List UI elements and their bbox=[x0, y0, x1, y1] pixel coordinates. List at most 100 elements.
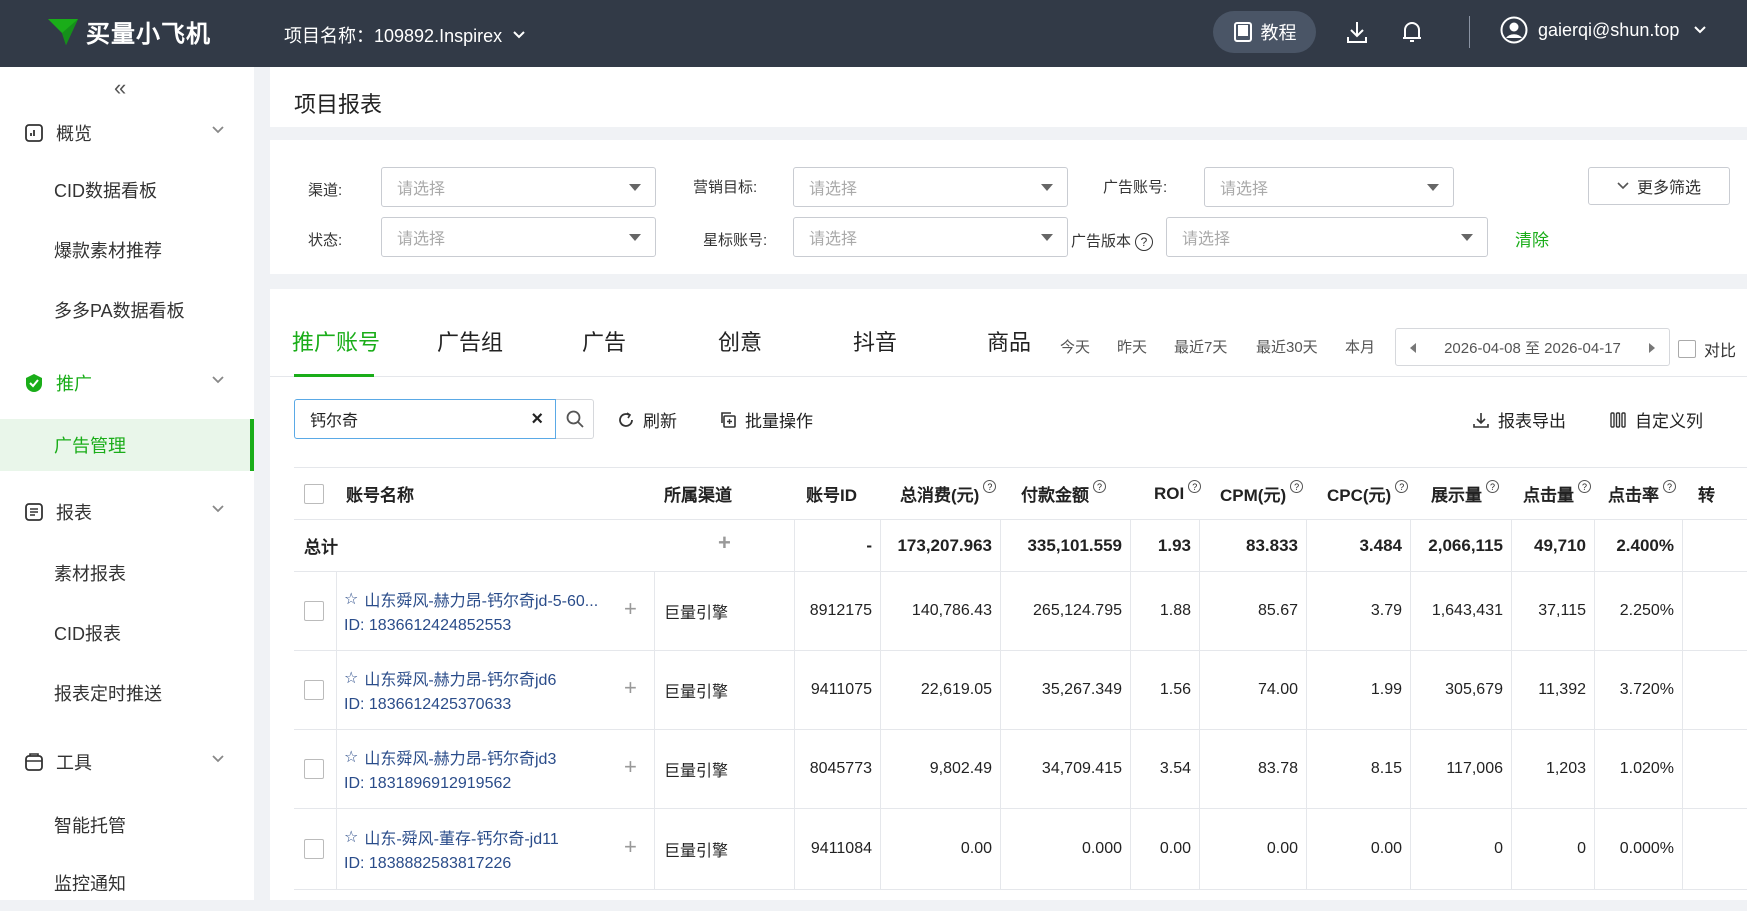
compare-toggle[interactable]: 对比 bbox=[1678, 337, 1736, 361]
tab-promotion-account[interactable]: 推广账号 bbox=[292, 325, 380, 357]
channel-select[interactable]: 请选择 bbox=[381, 167, 656, 207]
add-icon[interactable]: + bbox=[624, 596, 637, 622]
status-select[interactable]: 请选择 bbox=[381, 217, 656, 257]
help-icon[interactable]: ? bbox=[1395, 480, 1409, 493]
tab-product[interactable]: 商品 bbox=[987, 325, 1031, 357]
tab-creative[interactable]: 创意 bbox=[718, 325, 762, 357]
row-checkbox[interactable] bbox=[304, 759, 324, 779]
header-channel[interactable]: 所属渠道 bbox=[664, 468, 732, 519]
sidebar-item-material-report[interactable]: 素材报表 bbox=[0, 545, 254, 601]
header-cpm[interactable]: CPM(元)? bbox=[1220, 468, 1304, 519]
clear-search-icon[interactable]: × bbox=[531, 408, 543, 431]
star-icon[interactable]: ☆ bbox=[344, 589, 358, 609]
account-select[interactable]: 请选择 bbox=[1204, 167, 1454, 207]
star-account-select[interactable]: 请选择 bbox=[793, 217, 1068, 257]
help-icon[interactable]: ? bbox=[1093, 480, 1106, 493]
account-name-link[interactable]: ☆ 山东舜风-赫力昂-钙尔奇jd3 bbox=[344, 745, 556, 769]
header-cpc[interactable]: CPC(元)? bbox=[1327, 468, 1409, 519]
select-all-checkbox[interactable] bbox=[304, 483, 324, 504]
app-logo[interactable]: 买量小飞机 bbox=[46, 14, 211, 49]
quick-date-30days[interactable]: 最近30天 bbox=[1256, 336, 1318, 357]
ad-version-select[interactable]: 请选择 bbox=[1166, 217, 1488, 257]
table-row[interactable]: ☆ 山东舜风-赫力昂-钙尔奇jd-5-60... ID: 183661242485… bbox=[294, 572, 1747, 651]
sidebar-group-reports[interactable]: 报表 bbox=[0, 484, 254, 540]
help-icon[interactable]: ? bbox=[983, 480, 997, 493]
header-cost[interactable]: 总消费(元)? bbox=[900, 468, 997, 519]
tab-douyin[interactable]: 抖音 bbox=[853, 325, 897, 357]
active-tab-indicator bbox=[294, 374, 374, 377]
sidebar-item-report-schedule[interactable]: 报表定时推送 bbox=[0, 665, 254, 721]
sidebar-item-pa-dashboard[interactable]: 多多PA数据看板 bbox=[0, 282, 254, 338]
header-ctr[interactable]: 点击率? bbox=[1608, 468, 1676, 519]
help-icon[interactable]: ? bbox=[1188, 480, 1202, 493]
star-icon[interactable]: ☆ bbox=[344, 827, 358, 847]
account-name-link[interactable]: ☆ 山东舜风-赫力昂-钙尔奇jd-5-60... bbox=[344, 587, 598, 611]
add-icon[interactable]: + bbox=[624, 754, 637, 780]
add-icon[interactable]: + bbox=[624, 834, 637, 860]
quick-date-this-month[interactable]: 本月 bbox=[1345, 336, 1375, 357]
account-name-link[interactable]: ☆ 山东舜风-赫力昂-钙尔奇jd6 bbox=[344, 666, 556, 690]
header-name[interactable]: 账号名称 bbox=[346, 468, 414, 519]
add-icon[interactable]: + bbox=[718, 530, 731, 556]
header-clicks[interactable]: 点击量? bbox=[1523, 468, 1591, 519]
more-filters-label: 更多筛选 bbox=[1636, 180, 1701, 197]
row-checkbox[interactable] bbox=[304, 680, 324, 700]
sidebar-item-hot-material[interactable]: 爆款素材推荐 bbox=[0, 222, 254, 278]
help-icon[interactable]: ? bbox=[1486, 480, 1499, 493]
help-icon[interactable]: ? bbox=[1663, 480, 1676, 493]
tutorial-button[interactable]: 教程 bbox=[1213, 11, 1316, 53]
sidebar-item-cid-report[interactable]: CID报表 bbox=[0, 605, 254, 661]
table-row[interactable]: ☆ 山东-舜风-董存-钙尔奇-jd11 ID: 1838882583817226 … bbox=[294, 809, 1747, 890]
header-roi[interactable]: ROI? bbox=[1154, 468, 1202, 519]
clear-filters-link[interactable]: 清除 bbox=[1515, 226, 1549, 251]
compare-checkbox[interactable] bbox=[1678, 340, 1696, 358]
more-filters-button[interactable]: 更多筛选 bbox=[1588, 167, 1730, 205]
table-row[interactable]: ☆ 山东舜风-赫力昂-钙尔奇jd6 ID: 1836612425370633 + … bbox=[294, 651, 1747, 730]
header-conversion[interactable]: 转 bbox=[1698, 468, 1715, 519]
goal-label: 营销目标: bbox=[693, 179, 758, 196]
help-icon[interactable]: ? bbox=[1135, 233, 1154, 252]
export-report-button[interactable]: 报表导出 bbox=[1472, 407, 1566, 432]
tab-ad[interactable]: 广告 bbox=[582, 325, 626, 357]
search-button[interactable] bbox=[556, 399, 594, 439]
sidebar-item-ad-management[interactable]: 广告管理 bbox=[0, 419, 254, 471]
star-icon[interactable]: ☆ bbox=[344, 747, 358, 767]
sidebar-group-promotion[interactable]: 推广 bbox=[0, 355, 254, 411]
row-checkbox[interactable] bbox=[304, 839, 324, 859]
header-impressions[interactable]: 展示量? bbox=[1431, 468, 1499, 519]
prev-range-icon[interactable] bbox=[1410, 343, 1416, 353]
header-pay[interactable]: 付款金额? bbox=[1021, 468, 1106, 519]
row-checkbox[interactable] bbox=[304, 601, 324, 621]
search-input[interactable]: 钙尔奇 × bbox=[294, 399, 556, 439]
sidebar-item-cid-dashboard[interactable]: CID数据看板 bbox=[0, 162, 254, 218]
project-selector[interactable]: 项目名称：109892.Inspirex bbox=[284, 22, 526, 48]
account-name-link[interactable]: ☆ 山东-舜风-董存-钙尔奇-jd11 bbox=[344, 825, 559, 849]
date-range-picker[interactable]: 2026-04-08 至 2026-04-17 bbox=[1395, 328, 1670, 366]
sidebar-group-overview[interactable]: 概览 bbox=[0, 105, 254, 161]
quick-date-yesterday[interactable]: 昨天 bbox=[1117, 336, 1147, 357]
next-range-icon[interactable] bbox=[1649, 343, 1655, 353]
collapse-sidebar-button[interactable]: « bbox=[114, 75, 126, 101]
refresh-button[interactable]: 刷新 bbox=[617, 407, 677, 432]
channel-label: 渠道: bbox=[308, 182, 343, 199]
quick-date-today[interactable]: 今天 bbox=[1060, 336, 1090, 357]
quick-date-7days[interactable]: 最近7天 bbox=[1174, 336, 1227, 357]
sidebar-item-monitor-notify[interactable]: 监控通知 bbox=[0, 855, 254, 911]
sidebar-item-smart-hosting[interactable]: 智能托管 bbox=[0, 797, 254, 853]
bell-icon[interactable] bbox=[1400, 19, 1424, 45]
help-icon[interactable]: ? bbox=[1290, 480, 1304, 493]
tab-ad-group[interactable]: 广告组 bbox=[437, 325, 503, 357]
clicks-cell: 0 bbox=[1577, 840, 1586, 857]
download-icon[interactable] bbox=[1345, 19, 1369, 45]
user-menu[interactable]: gaierqi@shun.top bbox=[1500, 16, 1707, 44]
add-icon[interactable]: + bbox=[624, 675, 637, 701]
table-row[interactable]: ☆ 山东舜风-赫力昂-钙尔奇jd3 ID: 1831896912919562 + … bbox=[294, 730, 1747, 809]
star-icon[interactable]: ☆ bbox=[344, 668, 358, 688]
chevron-down-icon bbox=[212, 505, 224, 513]
header-account-id[interactable]: 账号ID bbox=[806, 468, 857, 519]
custom-columns-button[interactable]: 自定义列 bbox=[1609, 407, 1703, 432]
help-icon[interactable]: ? bbox=[1578, 480, 1591, 493]
batch-operation-button[interactable]: 批量操作 bbox=[719, 407, 813, 432]
sidebar-group-tools[interactable]: 工具 bbox=[0, 734, 254, 790]
goal-select[interactable]: 请选择 bbox=[793, 167, 1068, 207]
